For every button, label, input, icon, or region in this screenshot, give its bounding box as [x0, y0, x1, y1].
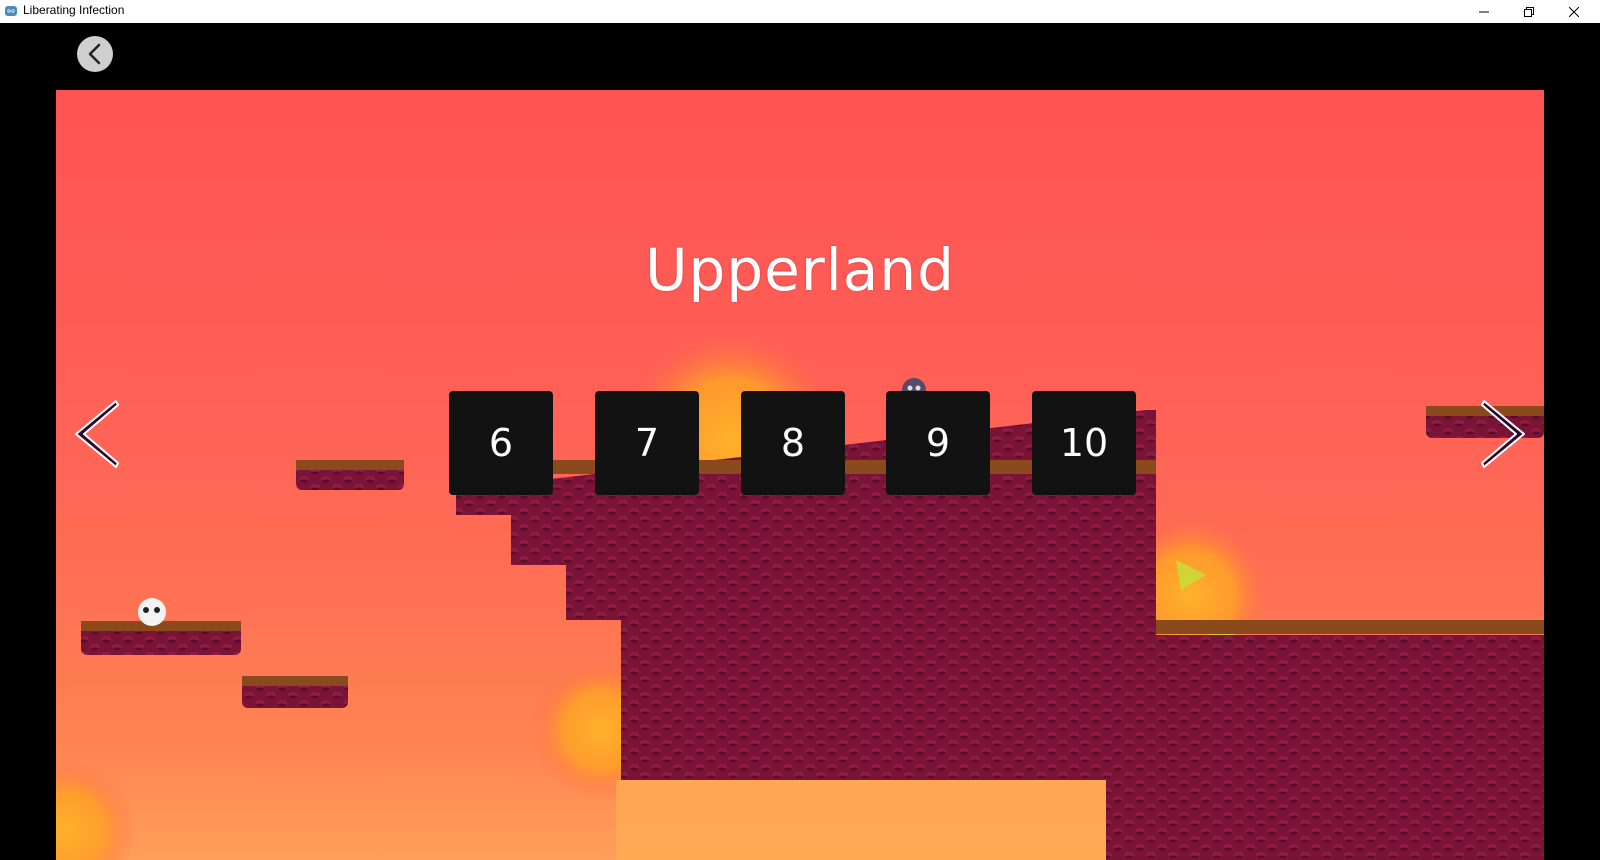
player-character: [138, 598, 166, 626]
close-icon: [1569, 6, 1579, 17]
game-area: Upperland 6 7 8 9 10: [0, 23, 1600, 860]
minimize-button[interactable]: [1461, 0, 1507, 23]
chevron-right-icon: [1481, 400, 1525, 468]
platform: [242, 676, 348, 708]
chevron-left-icon: [88, 43, 101, 65]
back-button[interactable]: [77, 36, 113, 72]
level-button-7[interactable]: 7: [595, 391, 699, 495]
platform: [296, 460, 404, 490]
next-world-button[interactable]: [1478, 399, 1528, 469]
minimize-icon: [1479, 11, 1489, 12]
level-button-6[interactable]: 6: [449, 391, 553, 495]
sun-glow: [56, 760, 136, 860]
prev-world-button[interactable]: [72, 399, 122, 469]
window-titlebar: Liberating Infection: [0, 0, 1600, 24]
world-title: Upperland: [645, 236, 955, 304]
level-button-9[interactable]: 9: [886, 391, 990, 495]
level-button-10[interactable]: 10: [1032, 391, 1136, 495]
game-engine-icon: [5, 6, 17, 16]
level-select-viewport: Upperland 6 7 8 9 10: [56, 90, 1544, 860]
restore-button[interactable]: [1506, 0, 1552, 23]
chevron-left-icon: [75, 400, 119, 468]
level-button-8[interactable]: 8: [741, 391, 845, 495]
level-buttons-row: 6 7 8 9 10: [449, 391, 1149, 495]
platform: [81, 621, 241, 655]
close-button[interactable]: [1551, 0, 1597, 23]
restore-icon: [1524, 6, 1534, 17]
window-title: Liberating Infection: [23, 3, 125, 17]
